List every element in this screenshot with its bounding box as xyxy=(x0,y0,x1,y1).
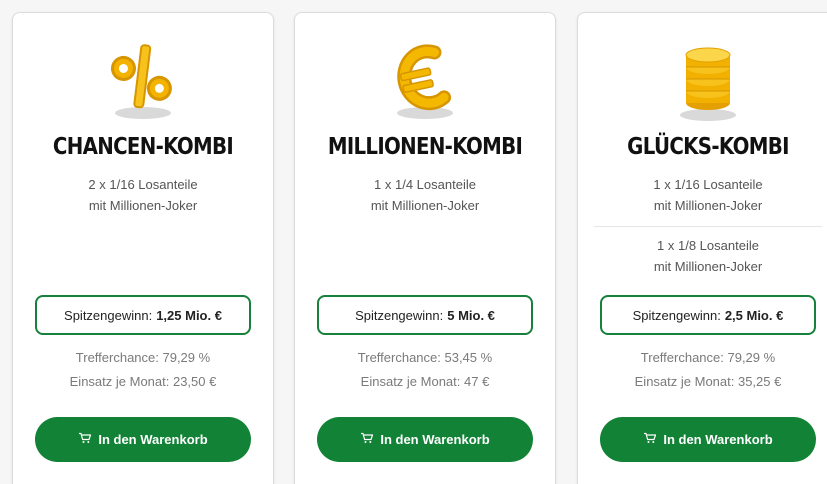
desc-line: mit Millionen-Joker xyxy=(88,198,198,213)
top-prize-label: Spitzengewinn: xyxy=(64,307,153,323)
add-to-cart-button[interactable]: In den Warenkorb xyxy=(317,417,533,462)
top-prize-value: 5 Mio. € xyxy=(447,307,495,323)
percent-icon xyxy=(13,35,273,127)
product-card-gluecks-kombi: GLÜCKS-KOMBI 1 x 1/16 Losanteile mit Mil… xyxy=(577,12,827,484)
add-to-cart-label: In den Warenkorb xyxy=(380,432,490,447)
win-chance: Trefferchance: 79,29 % xyxy=(75,350,211,365)
top-prize-value: 2,5 Mio. € xyxy=(724,307,784,323)
desc-line: 2 x 1/16 Losanteile xyxy=(88,177,198,192)
coin-stack-icon xyxy=(578,35,827,127)
desc-line: mit Millionen-Joker xyxy=(653,198,763,213)
desc-line: 1 x 1/8 Losanteile xyxy=(657,238,759,253)
add-to-cart-button[interactable]: In den Warenkorb xyxy=(35,417,251,462)
add-to-cart-button[interactable]: In den Warenkorb xyxy=(600,417,816,462)
top-prize-label: Spitzengewinn: xyxy=(355,307,444,323)
card-description: 1 x 1/16 Losanteile mit Millionen-Joker xyxy=(578,174,827,216)
product-card-millionen-kombi: MILLIONEN-KOMBI 1 x 1/4 Losanteile mit M… xyxy=(294,12,556,484)
product-cards-row: CHANCEN-KOMBI 2 x 1/16 Losanteile mit Mi… xyxy=(0,0,827,484)
card-description-secondary: 1 x 1/8 Losanteile mit Millionen-Joker xyxy=(578,235,827,277)
card-stats: Trefferchance: 53,45 % Einsatz je Monat:… xyxy=(295,346,555,394)
top-prize-box: Spitzengewinn: 2,5 Mio. € xyxy=(600,295,816,335)
top-prize-label: Spitzengewinn: xyxy=(632,307,721,323)
cart-icon xyxy=(78,432,92,447)
monthly-stake: Einsatz je Monat: 35,25 € xyxy=(634,374,782,389)
card-stats: Trefferchance: 79,29 % Einsatz je Monat:… xyxy=(578,346,827,394)
desc-line: 1 x 1/4 Losanteile xyxy=(374,177,476,192)
top-prize-value: 1,25 Mio. € xyxy=(156,307,222,323)
desc-line: mit Millionen-Joker xyxy=(653,259,763,274)
cart-icon xyxy=(360,432,374,447)
top-prize-box: Spitzengewinn: 5 Mio. € xyxy=(317,295,533,335)
card-description: 2 x 1/16 Losanteile mit Millionen-Joker xyxy=(13,174,273,216)
desc-line: mit Millionen-Joker xyxy=(370,198,480,213)
card-description: 1 x 1/4 Losanteile mit Millionen-Joker xyxy=(295,174,555,216)
cart-icon xyxy=(643,432,657,447)
win-chance: Trefferchance: 53,45 % xyxy=(357,350,493,365)
product-card-chancen-kombi: CHANCEN-KOMBI 2 x 1/16 Losanteile mit Mi… xyxy=(12,12,274,484)
win-chance: Trefferchance: 79,29 % xyxy=(640,350,776,365)
euro-icon xyxy=(295,35,555,127)
monthly-stake: Einsatz je Monat: 47 € xyxy=(360,374,490,389)
description-divider xyxy=(594,226,822,227)
card-title: MILLIONEN-KOMBI xyxy=(327,134,523,160)
monthly-stake: Einsatz je Monat: 23,50 € xyxy=(69,374,217,389)
add-to-cart-label: In den Warenkorb xyxy=(663,432,773,447)
card-stats: Trefferchance: 79,29 % Einsatz je Monat:… xyxy=(13,346,273,394)
top-prize-box: Spitzengewinn: 1,25 Mio. € xyxy=(35,295,251,335)
card-title: CHANCEN-KOMBI xyxy=(52,134,234,160)
add-to-cart-label: In den Warenkorb xyxy=(98,432,208,447)
card-title: GLÜCKS-KOMBI xyxy=(627,134,789,160)
desc-line: 1 x 1/16 Losanteile xyxy=(653,177,763,192)
